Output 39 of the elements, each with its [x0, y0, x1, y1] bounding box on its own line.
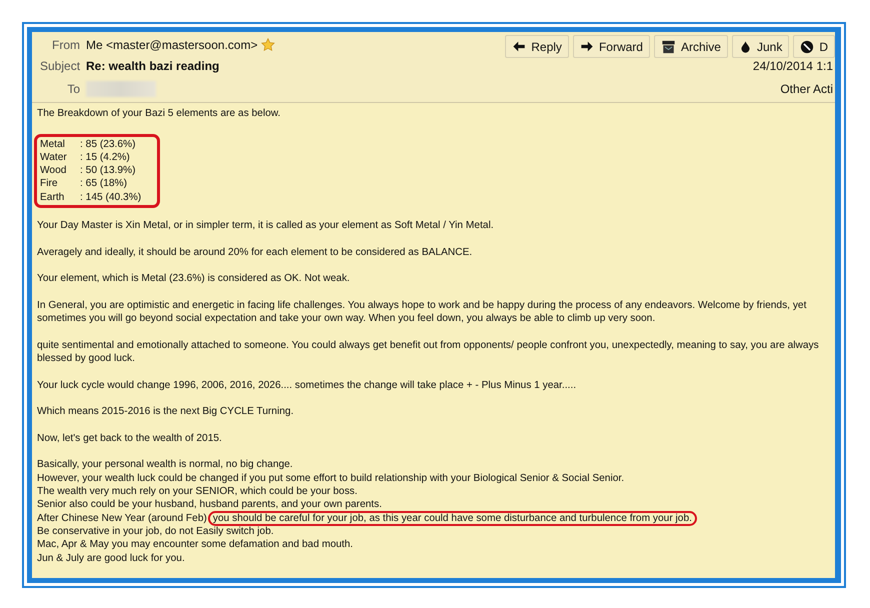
element-value: : 50 (13.9%) [80, 164, 136, 178]
blurred-recipient [86, 80, 156, 96]
element-name: Fire [40, 177, 59, 191]
toolbar-button[interactable]: Archive [654, 35, 728, 58]
prohibited-icon [800, 40, 814, 54]
element-name: Metal [40, 138, 66, 151]
paragraph: Your luck cycle would change 1996, 2006, 2016, 2026.... sometimes the change will take place + - Plus Minus 1 year..... [37, 378, 578, 392]
element-value: : 85 (23.6%) [80, 138, 136, 151]
subject-label: Subject [40, 58, 80, 72]
intro-text: The Breakdown of your Bazi 5 elements are as below. [37, 107, 282, 120]
toolbar-button[interactable]: Forward [572, 35, 650, 58]
paragraph: Your Day Master is Xin Metal, or in simpler term, it is called as your element as Soft Metal / Yin Metal. [37, 219, 495, 232]
reply-icon [512, 40, 526, 53]
paragraph: quite sentimental and emotionally attached to someone. You could always get benefit out from opponents/ people confront you, unexpectedly, meaning to say, you are always blessed by good luck. [37, 338, 820, 366]
email-subject: Re: wealth bazi reading [86, 58, 220, 72]
drop-icon [738, 40, 752, 54]
paragraph: Basically, your personal wealth is normal, no big change. However, your wealth luck could be changed if you put some effort to build relationship with your Biological Senior & Social Senior. The wealth very much rely on your SENIOR, which could be your boss. Senior also could be your husband, husband parents, and your own parents. After Chinese New Year (around Feb) you should be careful for your job, as this year could have some disturbance and turbulence from your job. Be conservative in your job, do not Easily switch job. Mac, Apr & May you may encounter some defamation and bad mouth. Jun & July are good luck for you. [37, 458, 829, 565]
element-value: : 145 (40.3%) [80, 190, 142, 204]
paragraph: Which means 2015-2016 is the next Big CYCLE Turning. [37, 405, 295, 419]
star-icon[interactable] [260, 38, 275, 52]
toolbar-button[interactable]: Junk [732, 35, 790, 58]
element-name: Earth [40, 190, 66, 204]
from-label: From [51, 38, 80, 52]
archive-icon [660, 40, 676, 54]
to-label: To [66, 82, 80, 96]
element-value: : 15 (4.2%) [80, 150, 130, 164]
paragraph: Your element, which is Metal (23.6%) is considered as OK. Not weak. [37, 272, 351, 286]
toolbar-button[interactable]: Reply [505, 35, 569, 58]
paragraph: In General, you are optimistic and energetic in facing life challenges. You always hope to work and be happy during the process of any endeavors. Welcome by friends, yet sometimes you will go beyond social expectation and take your own way. When you feel down, you always be able to climb up very soon. [37, 298, 808, 326]
other-actions-menu[interactable]: Other Acti [780, 82, 833, 96]
paragraph: Now, let's get back to the wealth of 2015. [37, 432, 223, 446]
forward-icon [580, 40, 594, 53]
element-name: Wood [40, 164, 68, 178]
sender-address[interactable]: Me <master@mastersoon.com> [86, 38, 258, 52]
paragraph: Averagely and ideally, it should be around 20% for each element to be considered as BALANCE. [37, 246, 474, 259]
toolbar-button[interactable]: D [793, 35, 835, 58]
email-date: 24/10/2014 1:1 [752, 58, 833, 72]
element-name: Water [40, 150, 68, 164]
element-value: : 65 (18%) [80, 177, 127, 191]
